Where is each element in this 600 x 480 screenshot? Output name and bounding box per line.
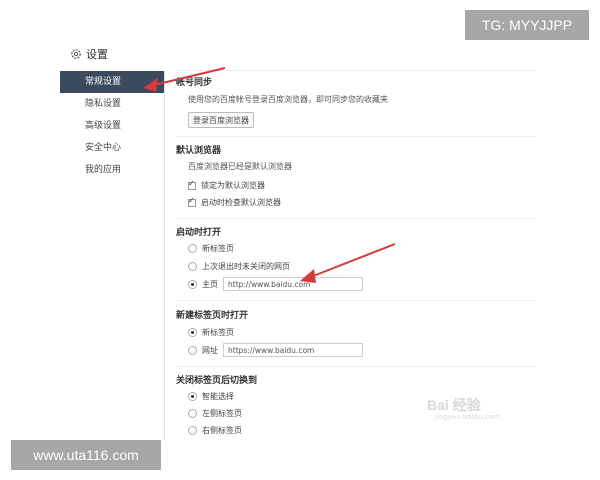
radio-button[interactable] xyxy=(188,409,197,418)
gear-icon xyxy=(71,49,81,59)
checkbox[interactable] xyxy=(188,179,196,190)
option-label: 左侧标签页 xyxy=(202,409,242,418)
sidebar-item-label: 高级设置 xyxy=(85,121,122,131)
radio-button[interactable] xyxy=(188,279,197,289)
close-left-option[interactable]: 左侧标签页 xyxy=(188,408,242,419)
new-tab-section: 新建标签页时打开 xyxy=(176,308,248,321)
section-title: 默认浏览器 xyxy=(176,146,222,156)
check-default-option[interactable]: 启动时检查默认浏览器 xyxy=(188,196,281,208)
radio-button[interactable] xyxy=(188,328,197,337)
homepage-url-input[interactable]: http://www.baidu.com xyxy=(223,277,363,291)
section-title: 新建标签页时打开 xyxy=(176,311,249,321)
sidebar-item-advanced[interactable]: 高级设置 xyxy=(0,115,164,137)
sidebar-item-label: 常规设置 xyxy=(85,77,122,87)
sidebar-item-label: 安全中心 xyxy=(85,143,122,153)
divider xyxy=(176,366,536,367)
account-sync-section: 帐号同步 xyxy=(176,75,212,88)
baidu-jingyan-logo: Bai 经验 xyxy=(427,397,481,413)
startup-homepage-option[interactable]: 主页 http://www.baidu.com xyxy=(188,277,363,291)
divider xyxy=(176,70,536,71)
page-title: 设置 xyxy=(86,48,108,61)
newtab-url-input[interactable]: https://www.baidu.com xyxy=(223,343,363,357)
option-label: 新标签页 xyxy=(202,244,234,253)
option-label: 主页 xyxy=(202,279,218,289)
option-label: 新标签页 xyxy=(202,328,234,337)
sidebar-item-apps[interactable]: 我的应用 xyxy=(0,159,164,181)
on-startup-section: 启动时打开 xyxy=(176,225,221,238)
radio-button[interactable] xyxy=(188,262,197,271)
option-label: 智能选择 xyxy=(202,392,234,401)
option-label: 网址 xyxy=(202,345,218,355)
settings-header: 设置 xyxy=(70,46,108,62)
divider xyxy=(176,218,536,219)
divider xyxy=(176,136,536,137)
url-watermark: www.uta116.com xyxy=(11,440,161,470)
radio-button[interactable] xyxy=(188,392,197,401)
sidebar-item-label: 隐私设置 xyxy=(85,99,122,109)
option-label: 右侧标签页 xyxy=(202,426,242,435)
startup-new-tab-option[interactable]: 新标签页 xyxy=(188,243,234,254)
radio-button[interactable] xyxy=(188,345,197,355)
option-label: 启动时检查默认浏览器 xyxy=(201,198,281,207)
radio-button[interactable] xyxy=(188,244,197,253)
after-close-section: 关闭标签页后切换到 xyxy=(176,373,257,386)
lock-default-option[interactable]: 锁定为默认浏览器 xyxy=(188,179,265,191)
section-title: 启动时打开 xyxy=(176,228,222,238)
sidebar: 常规设置 隐私设置 高级设置 安全中心 我的应用 xyxy=(0,71,165,441)
account-sync-desc: 使用您的百度帐号登录百度浏览器，即可同步您的收藏夹 xyxy=(188,95,388,104)
login-browser-button[interactable]: 登录百度浏览器 xyxy=(188,112,254,128)
default-browser-desc: 百度浏览器已经是默认浏览器 xyxy=(188,162,292,171)
default-browser-section: 默认浏览器 xyxy=(176,143,221,156)
newtab-blank-option[interactable]: 新标签页 xyxy=(188,327,234,338)
startup-restore-option[interactable]: 上次退出时未关闭的网页 xyxy=(188,261,290,272)
divider xyxy=(176,300,536,301)
sidebar-item-security[interactable]: 安全中心 xyxy=(0,137,164,159)
sidebar-item-privacy[interactable]: 隐私设置 xyxy=(0,93,164,115)
sidebar-item-label: 我的应用 xyxy=(85,165,122,175)
checkbox[interactable] xyxy=(188,196,196,207)
close-smart-option[interactable]: 智能选择 xyxy=(188,391,234,402)
radio-button[interactable] xyxy=(188,426,197,435)
section-title: 关闭标签页后切换到 xyxy=(176,376,258,386)
option-label: 锁定为默认浏览器 xyxy=(201,181,265,190)
option-label: 上次退出时未关闭的网页 xyxy=(202,262,290,271)
tg-watermark: TG: MYYJJPP xyxy=(465,10,589,40)
baidu-jingyan-url: jingyan.baidu.com xyxy=(435,413,500,421)
sidebar-item-general[interactable]: 常规设置 xyxy=(60,71,164,93)
section-title: 帐号同步 xyxy=(176,78,213,88)
newtab-url-option[interactable]: 网址 https://www.baidu.com xyxy=(188,343,363,357)
close-right-option[interactable]: 右侧标签页 xyxy=(188,425,242,436)
